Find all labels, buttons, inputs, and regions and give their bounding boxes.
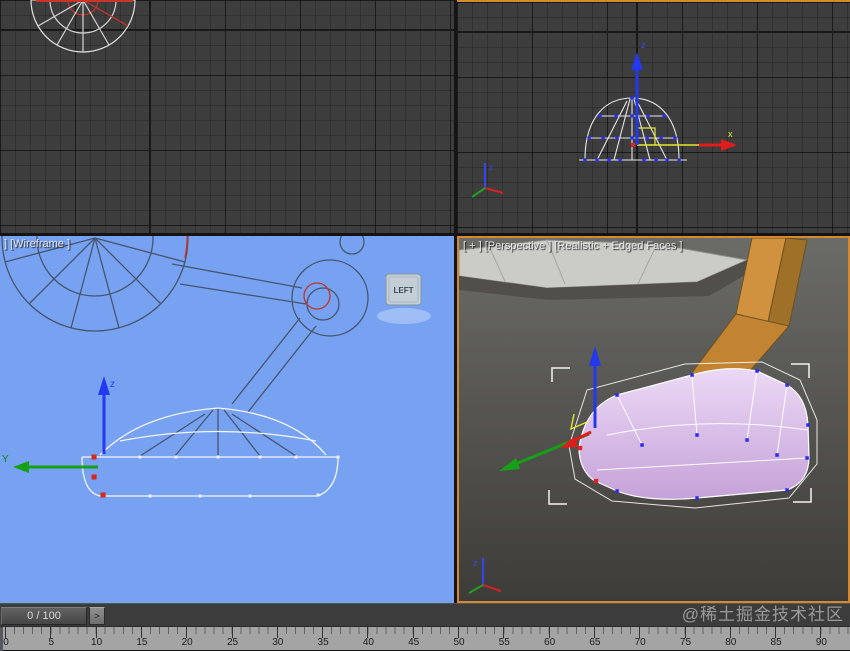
gizmo-z-label: z [110, 379, 115, 390]
lamp-base-wireframe [579, 97, 687, 161]
move-gizmo[interactable]: z x [631, 40, 737, 151]
viewport-top-right[interactable]: z x z [457, 0, 850, 233]
ruler-tick-label: 10 [91, 637, 103, 648]
timeline-ruler[interactable]: 0 5 10 15 20 25 30 35 40 45 50 55 60 65 70 75 80 85 90 [0, 626, 850, 651]
ruler-tick: 20 [182, 627, 193, 648]
ruler-tick: 75 [680, 627, 691, 648]
base-selected-edges [81, 407, 339, 497]
gizmo-y-arrowhead[interactable] [499, 458, 520, 471]
ruler-tick: 40 [363, 627, 374, 648]
time-slider-track[interactable]: 0 / 100 > [0, 603, 850, 626]
move-gizmo[interactable]: z Y [2, 376, 115, 473]
top-right-canvas[interactable]: z x z [457, 2, 850, 233]
ruler-tick: 80 [725, 627, 736, 648]
left-view-cube[interactable]: LEFT [377, 273, 431, 324]
gizmo-z-arrowhead[interactable] [98, 376, 110, 395]
gizmo-z-arrowhead[interactable] [631, 52, 643, 70]
ruler-tick-label: 35 [317, 637, 329, 648]
ruler-tick-label: 65 [589, 637, 601, 648]
ruler-tick: 65 [589, 627, 600, 648]
viewport-left-label[interactable]: ] [Wireframe ] [4, 238, 70, 250]
perspective-canvas[interactable]: z [459, 238, 848, 601]
3d-app-viewport-layout: z x z z Y LEFT] [Wireframe] z [+] [P… [0, 0, 850, 651]
ruler-tick-label: 60 [544, 637, 556, 648]
world-axis-lines [0, 0, 454, 233]
ruler-tick: 15 [136, 627, 147, 648]
tripod-z-label: z [473, 558, 478, 568]
viewport-left[interactable]: z Y LEFT ] [Wireframe ] [0, 236, 454, 603]
gizmo-y-arrowhead[interactable] [13, 461, 29, 473]
top-left-canvas[interactable] [0, 0, 454, 233]
ruler-tick: 25 [227, 627, 238, 648]
ruler-tick: 30 [272, 627, 283, 648]
lamp-shade-wireframe [30, 0, 136, 53]
world-axis-lines [457, 2, 850, 233]
viewport-top-left[interactable] [0, 0, 454, 233]
ruler-tick-label: 85 [770, 637, 782, 648]
gizmo-z-arrowhead[interactable] [589, 346, 601, 366]
ruler-tick-label: 25 [226, 637, 239, 648]
ruler-tick: 85 [771, 627, 782, 648]
ruler-tick: 55 [499, 627, 510, 648]
ruler-tick: 90 [816, 627, 827, 648]
ruler-tick-label: 50 [453, 637, 465, 648]
ruler-tick: 35 [318, 627, 329, 648]
world-axis-tripod: z [468, 558, 502, 594]
ruler-tick-label: 0 [3, 637, 9, 648]
viewport-perspective-label[interactable]: [ + ] [Perspective ] [Realistic + Edged … [463, 240, 683, 252]
ruler-tick: 45 [408, 627, 419, 648]
ruler-tick: 60 [544, 627, 555, 648]
ruler-tick-label: 70 [634, 637, 646, 648]
ruler-tick-label: 55 [498, 637, 510, 648]
view-cube-label: LEFT [394, 286, 414, 295]
ruler-tick-label: 90 [815, 637, 827, 648]
time-slider-next-button[interactable]: > [89, 607, 105, 625]
ruler-tick: 5 [49, 627, 54, 648]
gizmo-x-label: x [728, 129, 733, 139]
view-cube-shadow [377, 308, 431, 324]
selected-vertex-dots [91, 454, 106, 498]
ruler-tick-label: 30 [272, 637, 284, 648]
ruler-tick-label: 15 [136, 637, 148, 648]
ruler-tick-label: 45 [408, 637, 420, 648]
ruler-tick-label: 5 [48, 637, 55, 648]
time-slider-handle[interactable]: 0 / 100 [1, 607, 87, 625]
view-axis-tripod: z [471, 163, 504, 198]
gizmo-y-label: Y [2, 454, 9, 465]
viewport-perspective[interactable]: z [ + ] [Perspective ] [Realistic + Edge… [457, 236, 850, 603]
lamp-base-3d [578, 368, 810, 500]
tripod-z-label: z [489, 163, 493, 172]
ruler-tick-label: 80 [725, 637, 737, 648]
ruler-tick-label: 20 [181, 637, 193, 648]
gizmo-z-label: z [641, 40, 646, 50]
lamp-wireframe [1, 236, 369, 457]
gizmo-x-arrowhead[interactable] [721, 139, 737, 151]
ruler-tick: 70 [635, 627, 646, 648]
ruler-tick: 50 [453, 627, 465, 648]
ruler-tick-label: 40 [362, 637, 374, 648]
base-vertex-dots [138, 455, 340, 498]
left-view-canvas[interactable]: z Y LEFT [0, 236, 454, 603]
ruler-tick-label: 75 [679, 637, 692, 648]
ruler-tick: 0 [3, 627, 9, 648]
ruler-tick: 10 [91, 627, 102, 648]
